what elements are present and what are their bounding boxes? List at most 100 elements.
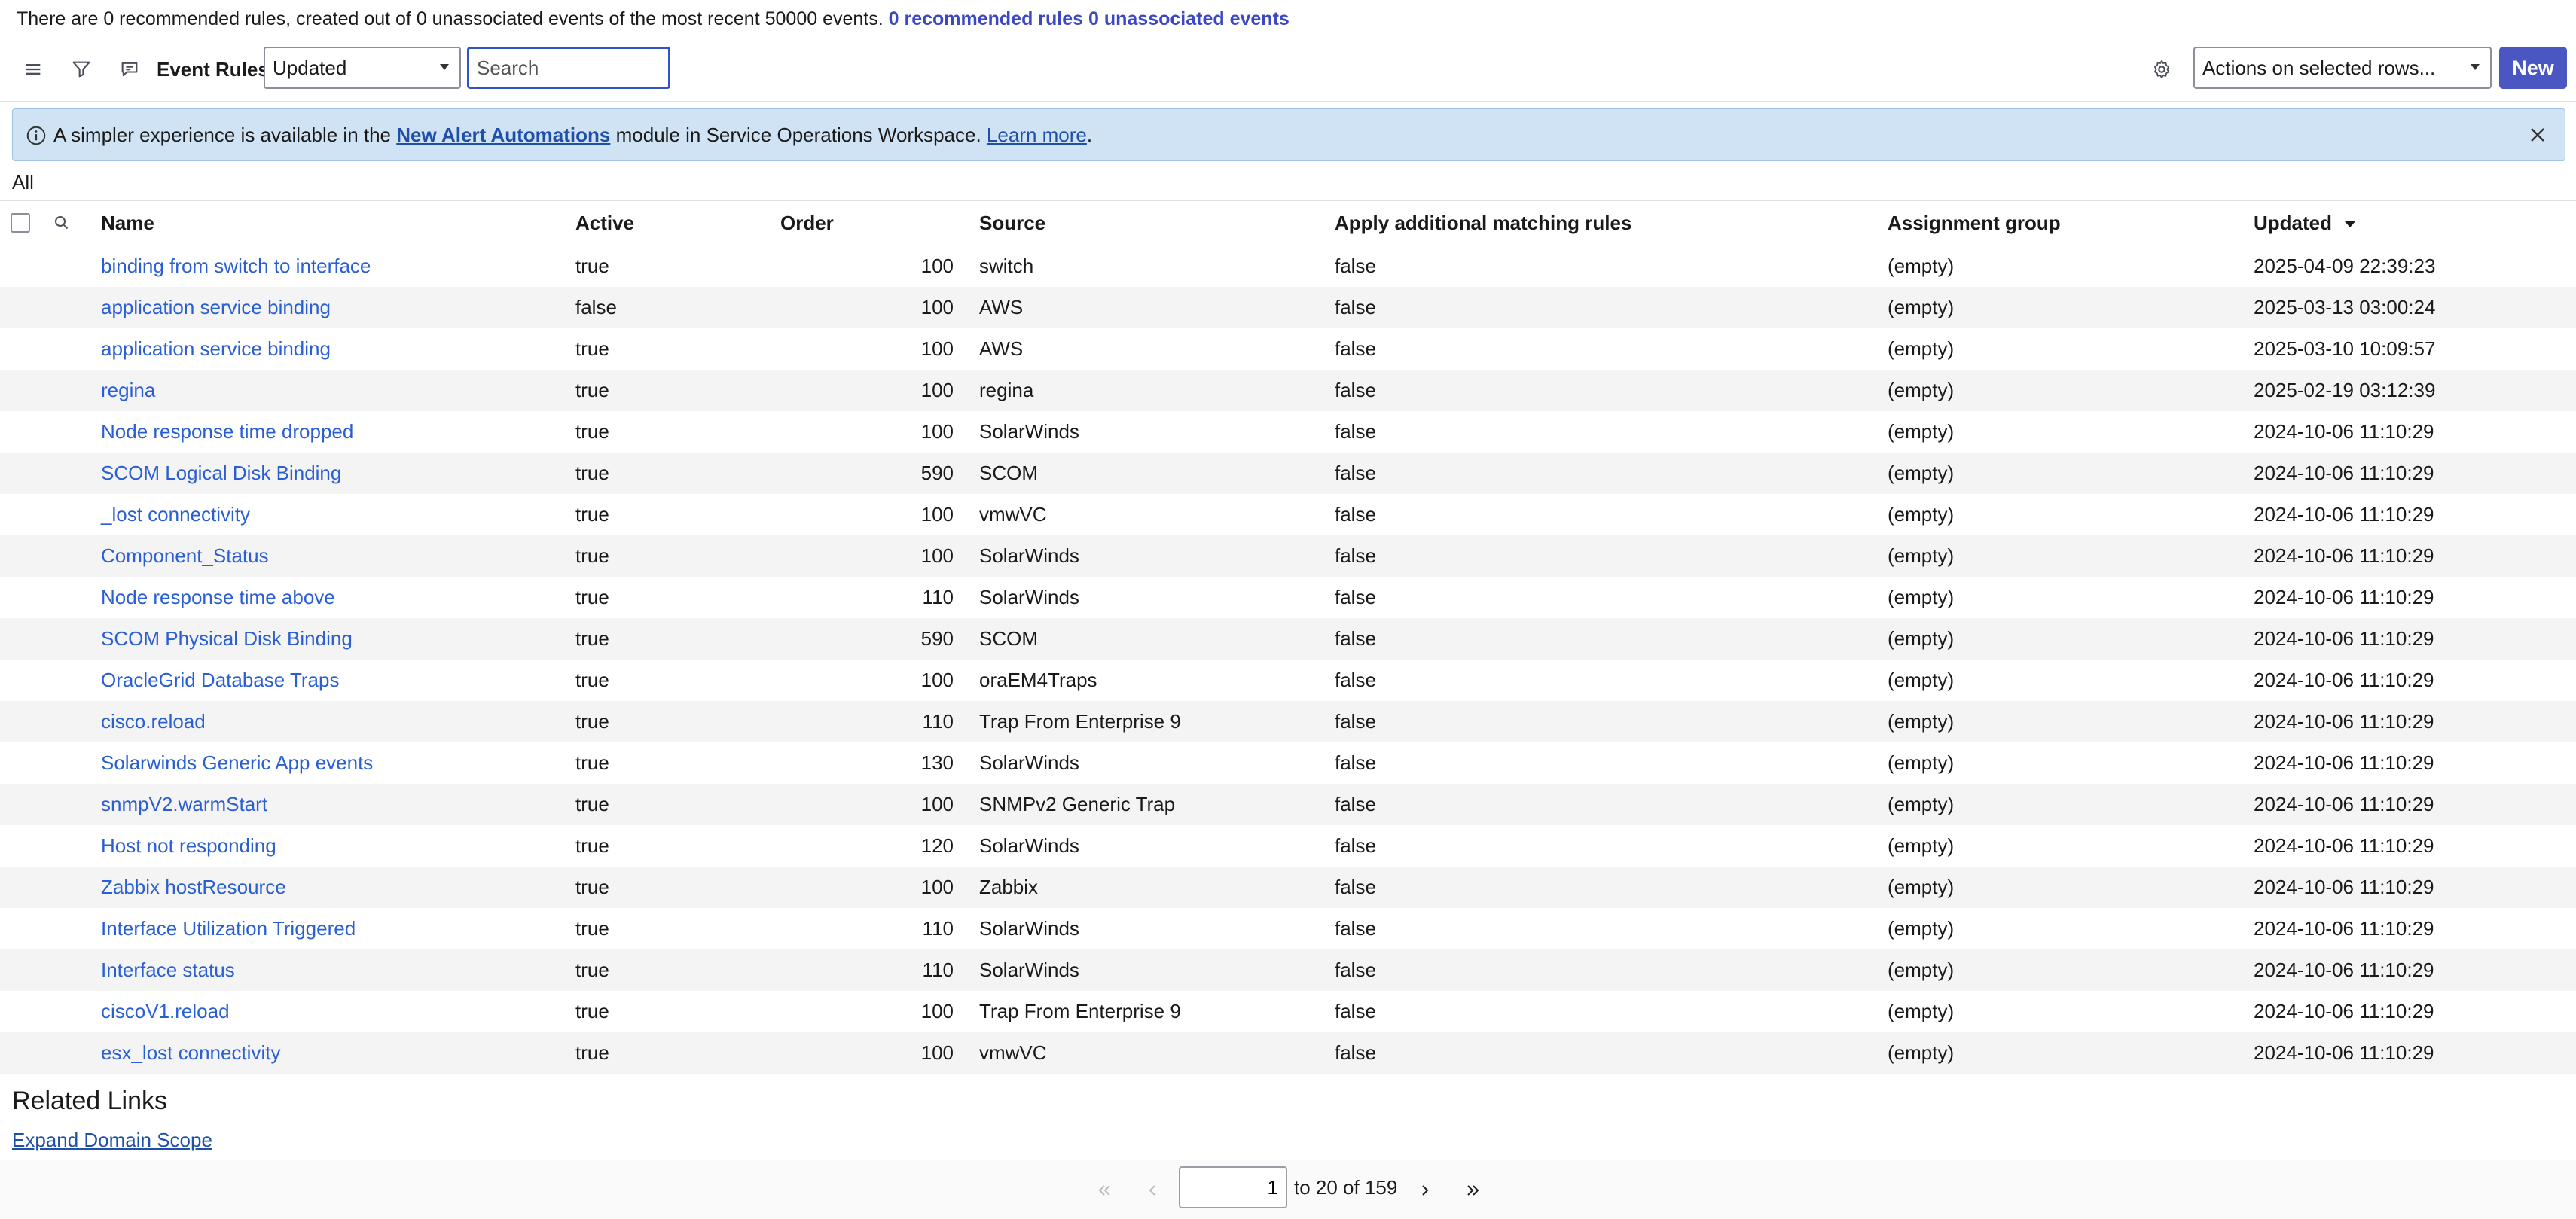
cell-assignment-group: (empty): [1888, 958, 1955, 981]
cell-order: 100: [920, 793, 954, 815]
cell-source: SolarWinds: [979, 586, 1079, 608]
new-button[interactable]: New: [2499, 47, 2567, 89]
column-header-updated[interactable]: Updated: [2254, 201, 2357, 245]
table-row[interactable]: Solarwinds Generic App events true 130 Sola…: [0, 742, 2576, 784]
table-row[interactable]: Interface status true 110 SolarWinds false (e…: [0, 949, 2576, 991]
cell-name[interactable]: esx_lost connectivity: [101, 1032, 280, 1074]
column-header-active[interactable]: Active: [575, 201, 634, 245]
cell-name[interactable]: cisco.reload: [101, 701, 206, 742]
table-row[interactable]: application service binding true 100 AWS fal…: [0, 328, 2576, 370]
related-links-heading: Related Links: [12, 1086, 168, 1115]
cell-name[interactable]: application service binding: [101, 328, 331, 370]
cell-name[interactable]: _lost connectivity: [101, 494, 250, 535]
cell-order: 100: [920, 876, 954, 898]
new-alert-automations-link[interactable]: New Alert Automations: [396, 123, 610, 146]
actions-select[interactable]: Actions on selected rows...: [2193, 47, 2492, 89]
cell-name[interactable]: SCOM Logical Disk Binding: [101, 453, 341, 494]
banner-text-after: module in Service Operations Workspace.: [615, 123, 981, 146]
cell-name[interactable]: Node response time above: [101, 577, 335, 618]
sort-field-value: Updated: [273, 56, 347, 79]
column-header-updated-label: Updated: [2254, 212, 2332, 234]
table-row[interactable]: _lost connectivity true 100 vmwVC false (empt…: [0, 494, 2576, 535]
first-page-icon[interactable]: [1091, 1177, 1118, 1204]
cell-active: true: [575, 379, 609, 401]
table-row[interactable]: OracleGrid Database Traps true 100 oraEM4Tr…: [0, 660, 2576, 701]
cell-active: true: [575, 337, 609, 360]
close-icon[interactable]: [2526, 123, 2550, 147]
page-number-input[interactable]: [1179, 1166, 1287, 1208]
recommended-rules-link[interactable]: 0 recommended rules: [889, 8, 1083, 29]
cell-order: 110: [922, 710, 954, 733]
cell-assignment-group: (empty): [1888, 462, 1955, 484]
cell-name[interactable]: Interface status: [101, 949, 235, 991]
breadcrumb[interactable]: All: [12, 169, 34, 196]
sort-field-select[interactable]: Updated: [264, 47, 461, 89]
gear-icon[interactable]: [2147, 54, 2177, 84]
table-row[interactable]: cisco.reload true 110 Trap From Enterprise …: [0, 701, 2576, 742]
cell-name[interactable]: Component_Status: [101, 535, 269, 577]
table-row[interactable]: SCOM Physical Disk Binding true 590 SCOM fal…: [0, 618, 2576, 660]
next-page-icon[interactable]: [1412, 1177, 1439, 1204]
cell-active: true: [575, 1041, 609, 1064]
cell-active: true: [575, 710, 609, 733]
table-row[interactable]: ciscoV1.reload true 100 Trap From Enterpris…: [0, 991, 2576, 1032]
previous-page-icon[interactable]: [1139, 1177, 1166, 1204]
cell-active: true: [575, 751, 609, 774]
expand-domain-scope-link[interactable]: Expand Domain Scope: [12, 1126, 212, 1153]
column-header-source[interactable]: Source: [979, 201, 1045, 245]
table-row[interactable]: Interface Utilization Triggered true 110 So…: [0, 908, 2576, 949]
table-row[interactable]: Node response time above true 110 SolarWind…: [0, 577, 2576, 618]
cell-name[interactable]: binding from switch to interface: [101, 245, 371, 287]
table-row[interactable]: Host not responding true 120 SolarWinds fals…: [0, 825, 2576, 867]
table-row[interactable]: SCOM Logical Disk Binding true 590 SCOM fals…: [0, 453, 2576, 494]
cell-name[interactable]: Zabbix hostResource: [101, 867, 286, 908]
cell-apply-additional: false: [1335, 337, 1376, 360]
cell-apply-additional: false: [1335, 503, 1376, 526]
column-header-assignment-group[interactable]: Assignment group: [1888, 201, 2061, 245]
cell-name[interactable]: ciscoV1.reload: [101, 991, 230, 1032]
last-page-icon[interactable]: [1460, 1177, 1487, 1204]
cell-order: 100: [920, 544, 954, 567]
cell-order: 130: [920, 751, 954, 774]
unassociated-events-link[interactable]: 0 unassociated events: [1088, 8, 1290, 29]
cell-order: 100: [920, 1041, 954, 1064]
chevron-down-icon: [2471, 64, 2480, 70]
column-header-name[interactable]: Name: [101, 201, 154, 245]
cell-apply-additional: false: [1335, 296, 1376, 318]
cell-name[interactable]: regina: [101, 370, 155, 411]
cell-name[interactable]: snmpV2.warmStart: [101, 784, 267, 825]
cell-name[interactable]: SCOM Physical Disk Binding: [101, 618, 353, 660]
learn-more-link[interactable]: Learn more: [987, 123, 1087, 146]
cell-updated: 2024-10-06 11:10:29: [2254, 544, 2434, 567]
filter-icon[interactable]: [66, 54, 96, 84]
table-row[interactable]: regina true 100 regina false (empty) 2025-02-1…: [0, 370, 2576, 411]
cell-active: true: [575, 462, 609, 484]
table-row[interactable]: Zabbix hostResource true 100 Zabbix false (em…: [0, 867, 2576, 908]
hamburger-menu-icon[interactable]: [18, 54, 48, 84]
cell-name[interactable]: Interface Utilization Triggered: [101, 908, 356, 949]
table-row[interactable]: Component_Status true 100 SolarWinds false (e…: [0, 535, 2576, 577]
cell-apply-additional: false: [1335, 958, 1376, 981]
table-row[interactable]: binding from switch to interface true 100 s…: [0, 245, 2576, 287]
select-all-checkbox[interactable]: [11, 213, 30, 233]
cell-name[interactable]: application service binding: [101, 287, 331, 328]
comment-icon[interactable]: [114, 54, 145, 84]
cell-name[interactable]: Node response time dropped: [101, 411, 353, 453]
table-row[interactable]: esx_lost connectivity true 100 vmwVC false (e…: [0, 1032, 2576, 1074]
column-header-order[interactable]: Order: [780, 201, 834, 245]
table-row[interactable]: snmpV2.warmStart true 100 SNMPv2 Generic Tr…: [0, 784, 2576, 825]
table-row[interactable]: application service binding false 100 AWS fa…: [0, 287, 2576, 328]
cell-order: 100: [920, 1000, 954, 1022]
table-row[interactable]: Node response time dropped true 100 SolarWi…: [0, 411, 2576, 453]
search-input[interactable]: [467, 47, 670, 89]
cell-assignment-group: (empty): [1888, 503, 1955, 526]
column-header-apply-additional[interactable]: Apply additional matching rules: [1335, 201, 1631, 245]
cell-order: 110: [922, 586, 954, 608]
cell-name[interactable]: Solarwinds Generic App events: [101, 742, 373, 784]
cell-apply-additional: false: [1335, 751, 1376, 774]
cell-assignment-group: (empty): [1888, 296, 1955, 318]
cell-name[interactable]: OracleGrid Database Traps: [101, 660, 339, 701]
cell-active: true: [575, 503, 609, 526]
search-icon[interactable]: [53, 214, 71, 232]
cell-name[interactable]: Host not responding: [101, 825, 276, 867]
